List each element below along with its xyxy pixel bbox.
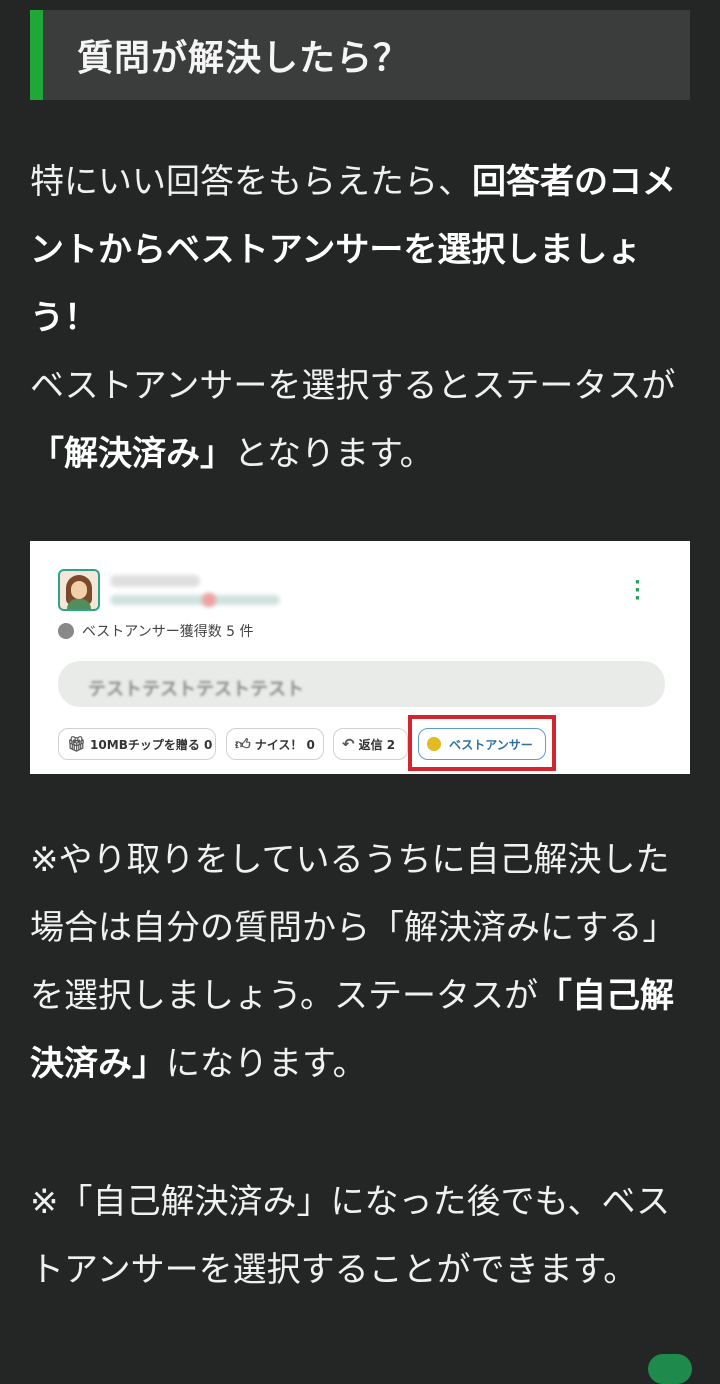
tip-button[interactable]: 🎁︎ 10MBチップを贈る 0: [58, 728, 216, 760]
blurred-badge: [202, 593, 216, 607]
reply-label: 返信 2: [358, 737, 396, 752]
reply-button[interactable]: ↶ 返信 2: [333, 728, 408, 760]
comment-bubble: テストテストテストテスト: [58, 661, 665, 707]
best-answer-count-icon: [58, 623, 74, 639]
nice-button[interactable]: 👍︎ ナイス！ 0: [226, 728, 324, 760]
kebab-menu-icon[interactable]: · · ·: [634, 574, 641, 608]
floating-button[interactable]: [648, 1354, 692, 1384]
best-answer-count: ベストアンサー獲得数 5 件: [82, 624, 254, 640]
best-answer-button[interactable]: ベストアンサー: [418, 728, 546, 760]
avatar: [58, 569, 100, 611]
status-bold: 「解決済み」: [30, 434, 234, 474]
reply-icon: ↶: [342, 735, 355, 753]
status-text-end: となります。: [234, 434, 434, 474]
intro-paragraph: 特にいい回答をもらえたら、回答者のコメントからベストアンサーを選択しましょう！ベ…: [30, 148, 690, 488]
gift-icon: 🎁︎: [67, 735, 87, 753]
comment-text: テストテストテストテスト: [88, 679, 304, 700]
blurred-user-meta: [110, 595, 280, 605]
self-resolve-paragraph: ※やり取りをしているうちに自己解決した場合は自分の質問から「解決済みにする」を選…: [30, 826, 690, 1098]
thumbs-up-icon: 👍︎: [235, 734, 251, 753]
tip-label: 10MBチップを贈る 0: [90, 737, 213, 752]
blurred-username: [110, 575, 200, 587]
status-text: ベストアンサーを選択するとステータスが: [30, 366, 676, 406]
best-answer-label: ベストアンサー: [449, 737, 533, 752]
note-paragraph: ※「自己解決済み」になった後でも、ベストアンサーを選択することができます。: [30, 1182, 671, 1290]
best-answer-screenshot: · · · ベストアンサー獲得数 5 件 テストテストテストテスト 🎁︎ 10MBチ…: [30, 541, 690, 774]
nice-label: ナイス！ 0: [254, 737, 315, 752]
gold-coin-icon: [427, 737, 441, 751]
self-resolve-text-end: になります。: [166, 1044, 367, 1084]
section-heading: 質問が解決したら？: [30, 10, 690, 100]
intro-text: 特にいい回答をもらえたら、: [30, 162, 472, 202]
